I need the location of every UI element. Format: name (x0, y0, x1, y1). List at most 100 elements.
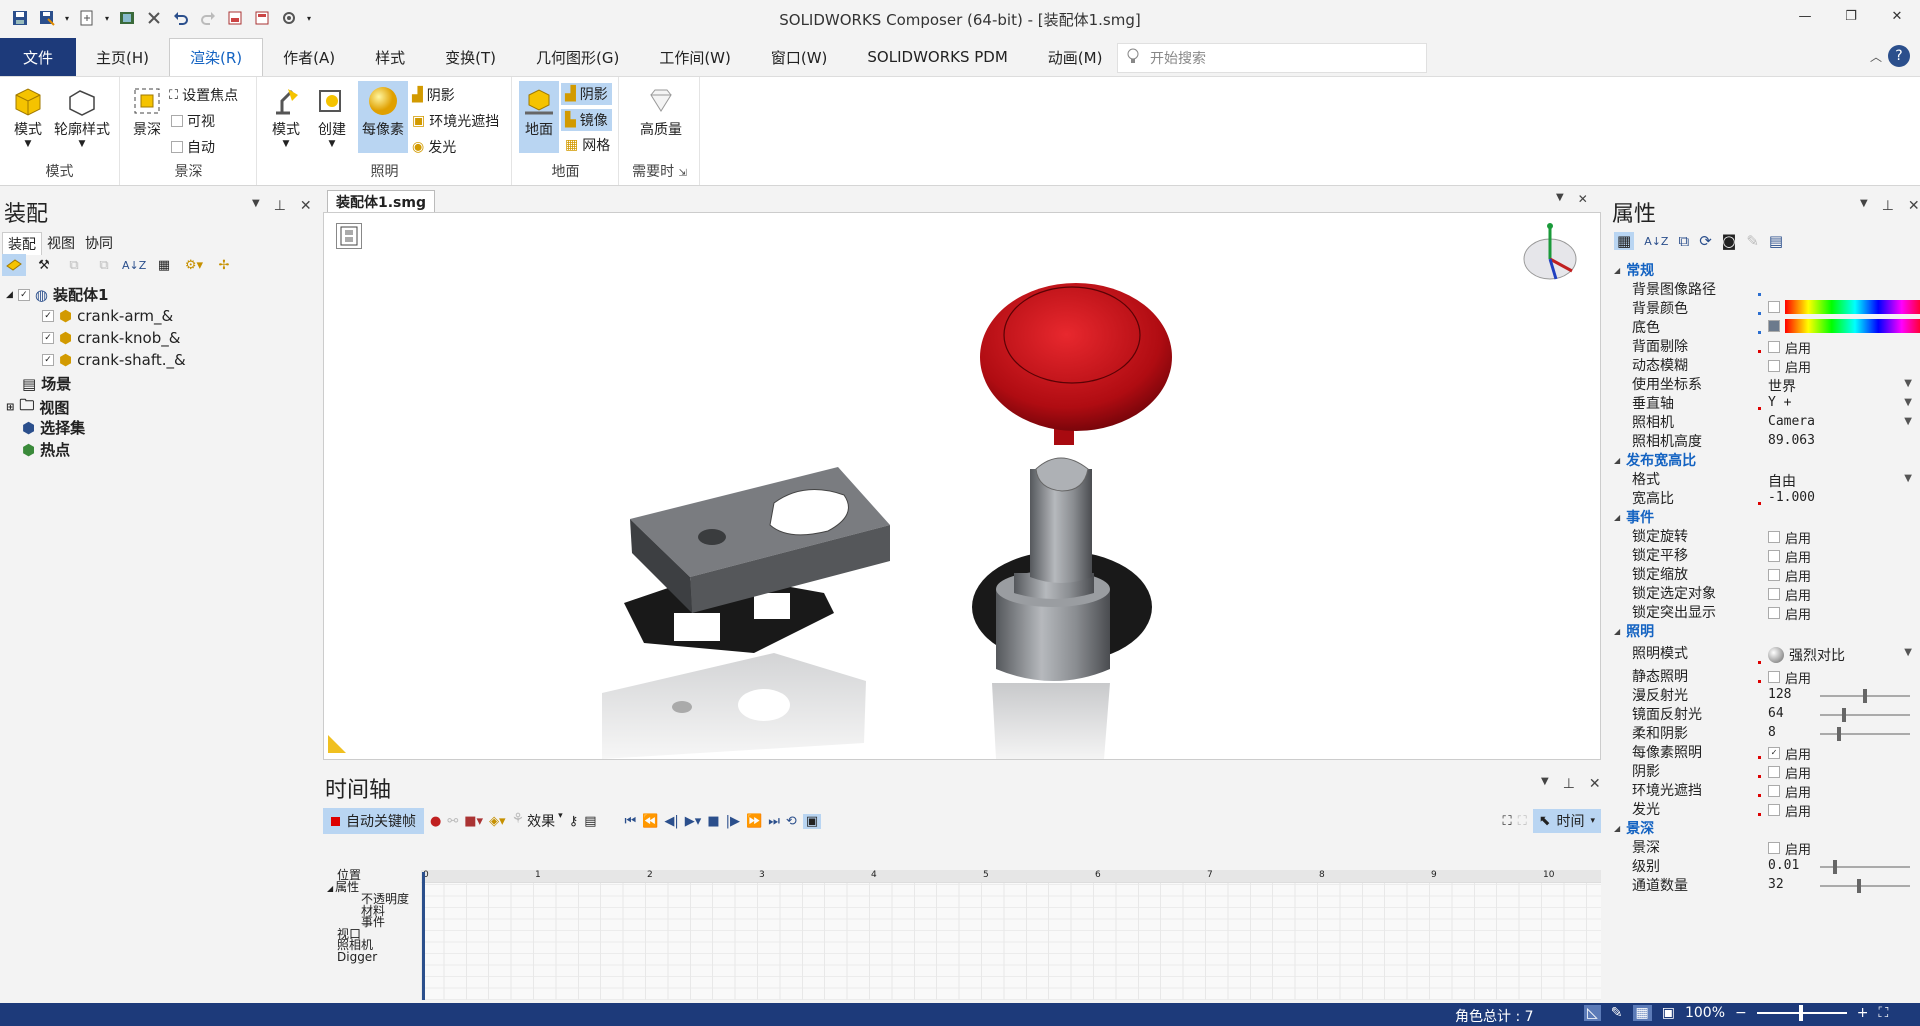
set-focus-button[interactable]: ⛶ 设置焦点 (169, 85, 238, 105)
tree-item-scene[interactable]: ▤ 场景 (22, 373, 71, 394)
preview-icon[interactable]: ▣ (802, 813, 822, 829)
close-icon[interactable]: ✕ (300, 198, 312, 214)
property-row[interactable]: 通道数量 32 (1608, 875, 1920, 894)
tree-item-crank-arm[interactable]: ✓ ⬢ crank-arm_& (42, 307, 173, 325)
restore-button[interactable]: ❐ (1828, 0, 1874, 32)
property-row[interactable]: 照相机 Camera ▼ (1608, 412, 1920, 431)
tab-animation[interactable]: 动画(M) (1028, 38, 1123, 76)
property-row[interactable]: 镜面反射光 64 (1608, 704, 1920, 723)
specular-slider[interactable] (1820, 707, 1910, 722)
doc-menu-icon[interactable]: ▼ (1556, 192, 1564, 206)
frame-icon[interactable]: ▣ (1662, 1005, 1675, 1021)
panel-menu-icon[interactable]: ▼ (252, 198, 260, 214)
add-icon[interactable]: ✢ (212, 258, 236, 273)
property-row[interactable]: 照相机高度 89.063 (1608, 431, 1920, 450)
loop-icon[interactable]: ⟲ (786, 814, 797, 829)
export-icon[interactable] (75, 6, 99, 30)
tab-collaboration[interactable]: 协同 (80, 232, 118, 255)
mirror-toggle[interactable]: ▙ 镜像 (561, 109, 612, 131)
checkbox[interactable] (1768, 785, 1780, 797)
collapse-ribbon-icon[interactable]: ︿ (1870, 48, 1882, 65)
high-quality-button[interactable]: 高质量 (634, 85, 688, 139)
time-mode-button[interactable]: ⬉ 时间 ▾ (1532, 809, 1601, 833)
effects-button[interactable]: ⚘ 效果 ▾ (512, 811, 563, 831)
zoom-out-button[interactable]: − (1735, 1005, 1747, 1021)
checkbox[interactable] (1768, 569, 1780, 581)
step-forward-icon[interactable]: |▶ (726, 814, 740, 829)
sync-icon[interactable]: ⟳ (1699, 232, 1712, 250)
property-row[interactable]: 环境光遮挡 启用 (1608, 780, 1920, 801)
play-icon[interactable]: ▶▾ (685, 814, 702, 829)
dof-auto-checkbox[interactable]: 自动 (171, 137, 215, 157)
stop-icon[interactable]: ■ (707, 814, 719, 829)
tab-render[interactable]: 渲染(R) (168, 38, 264, 76)
dropdown-icon[interactable]: ▾ (62, 6, 72, 30)
property-row[interactable]: 每像素照明 ✓ 启用 (1608, 742, 1920, 763)
dialog-launcher-icon[interactable]: ⇲ (679, 168, 687, 179)
property-row[interactable]: 使用坐标系 世界 ▼ (1608, 374, 1920, 395)
grid-toggle[interactable]: ▦ 网格 (565, 135, 610, 155)
keyframe-icon[interactable]: ● (430, 814, 441, 829)
color-picker[interactable] (1785, 318, 1920, 333)
ground-shadow-toggle[interactable]: ▟ 阴影 (561, 83, 612, 105)
minimize-button[interactable]: — (1782, 0, 1828, 32)
property-row[interactable]: 背景图像路径 (1608, 279, 1920, 298)
pin-icon[interactable]: ⊥ (274, 198, 286, 214)
property-row[interactable]: 景深 启用 (1608, 837, 1920, 858)
render-mode-button[interactable]: 模式 ▼ (6, 85, 50, 149)
auto-key-button[interactable]: 自动关键帧 (323, 808, 424, 834)
color-picker[interactable] (1785, 299, 1920, 314)
search-box[interactable]: 开始搜索 (1117, 43, 1427, 73)
view-toggle-icon[interactable] (336, 223, 362, 249)
property-row[interactable]: 级别 0.01 (1608, 856, 1920, 875)
tree-item-crank-knob[interactable]: ✓ ⬢ crank-knob_& (42, 329, 180, 347)
selection-tool-icon[interactable]: ⚒ (32, 258, 56, 273)
go-end-icon[interactable]: ⏭ (768, 814, 780, 829)
checkbox[interactable] (1768, 360, 1780, 372)
chevron-down-icon[interactable]: ▼ (1904, 416, 1912, 427)
key-tool-icon[interactable]: ⚷ (569, 814, 579, 829)
tab-file[interactable]: 文件 (0, 38, 76, 76)
tree-root[interactable]: ◢ ✓ ◍ 装配体1 (6, 284, 108, 305)
property-row[interactable]: 漫反射光 128 (1608, 685, 1920, 704)
diffuse-slider[interactable] (1820, 688, 1910, 703)
filter-icon[interactable]: ⚙▾ (182, 258, 206, 273)
document-tab[interactable]: 装配体1.smg (327, 190, 436, 212)
tree-item-crank-shaft[interactable]: ✓ ⬢ crank-shaft._& (42, 351, 186, 369)
gear-icon[interactable] (277, 6, 301, 30)
delete-icon[interactable] (142, 6, 166, 30)
edit-icon[interactable]: ✎ (1611, 1005, 1623, 1021)
time-cursor[interactable] (422, 872, 425, 1000)
grid-icon[interactable]: ▦ (1632, 1005, 1652, 1021)
tab-author[interactable]: 作者(A) (263, 38, 355, 76)
per-pixel-button[interactable]: 每像素 (358, 81, 408, 153)
go-start-icon[interactable]: ⏮ (625, 814, 637, 829)
save-icon[interactable] (8, 6, 32, 30)
table-icon[interactable]: ▦ (152, 258, 176, 273)
redo-icon[interactable] (196, 6, 220, 30)
property-row[interactable]: 垂直轴 Y + ▼ (1608, 393, 1920, 412)
section-events[interactable]: ◢ 事件 (1614, 507, 1654, 527)
checkbox[interactable] (1768, 531, 1780, 543)
3d-viewport[interactable] (323, 212, 1601, 760)
property-row[interactable]: 发光 启用 (1608, 799, 1920, 820)
property-row[interactable]: 底色 (1608, 317, 1920, 336)
property-row[interactable]: 锁定突出显示 启用 (1608, 602, 1920, 623)
print-icon[interactable] (250, 6, 274, 30)
property-row[interactable]: 锁定缩放 启用 (1608, 564, 1920, 585)
fit-icon[interactable]: ⛶ (1503, 814, 1512, 829)
property-row[interactable]: 宽高比 -1.000 (1608, 488, 1920, 507)
property-row[interactable]: 阴影 启用 (1608, 761, 1920, 782)
doc-close-icon[interactable]: ✕ (1578, 192, 1588, 206)
zoom-slider[interactable] (1756, 1005, 1847, 1021)
panel-menu-icon[interactable]: ▼ (1541, 776, 1549, 792)
outline-style-button[interactable]: 轮廓样式 ▼ (52, 85, 112, 149)
prev-key-icon[interactable]: ⏪ (642, 814, 658, 829)
fit-screen-icon[interactable]: ⛶ (1878, 1005, 1888, 1021)
tab-assembly[interactable]: 装配 (2, 232, 42, 255)
select-mode-icon[interactable] (2, 254, 26, 276)
dof-button[interactable]: 景深 (125, 85, 169, 139)
step-back-icon[interactable]: ◀| (664, 814, 678, 829)
chevron-down-icon[interactable]: ▼ (1904, 647, 1912, 658)
dropdown-icon[interactable]: ▾ (102, 6, 112, 30)
